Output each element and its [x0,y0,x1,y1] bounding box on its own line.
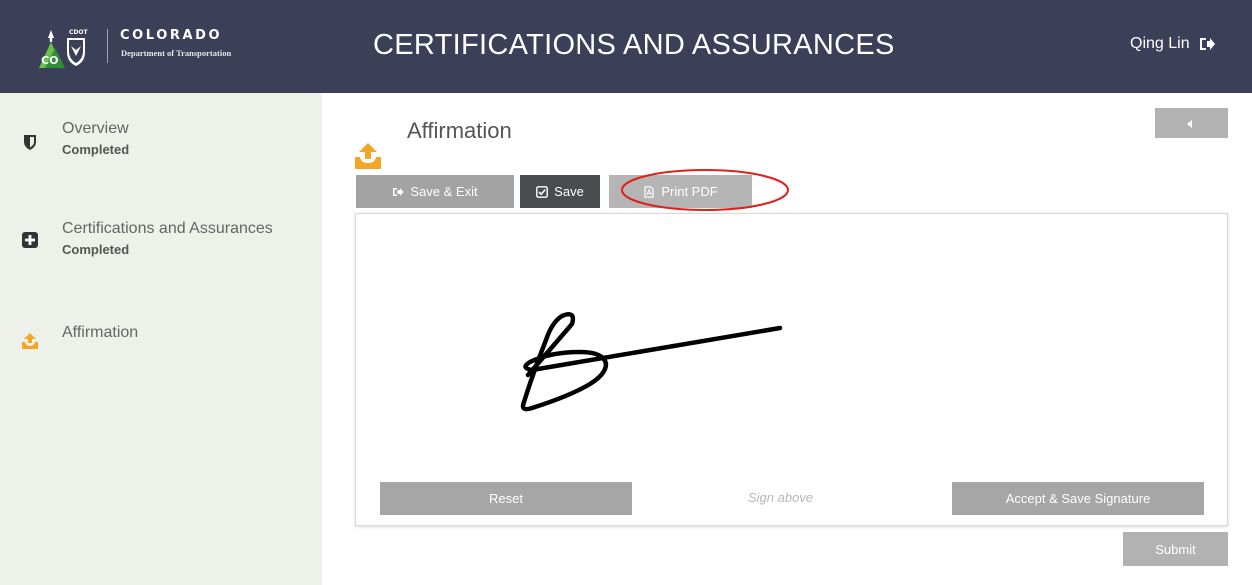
user-name-link[interactable]: Qing Lin [1130,35,1190,53]
check-square-icon [536,185,549,198]
sidebar-item-affirmation[interactable]: Affirmation [0,324,322,364]
collapse-button[interactable] [1155,108,1228,138]
sign-out-icon [393,187,404,196]
sidebar-item-label: Certifications and Assurances [62,220,273,237]
file-pdf-icon [644,185,654,198]
sidebar-item-label: Overview [62,120,129,137]
sidebar-item-overview[interactable]: Overview Completed [0,120,322,170]
upload-icon [355,143,381,169]
save-label: Save [554,184,584,199]
print-pdf-button[interactable]: Print PDF [609,175,752,208]
colorado-logo-icon: CO CDOT [39,29,88,68]
accept-save-signature-button[interactable]: Accept & Save Signature [952,482,1204,515]
cdot-logo[interactable]: CO CDOT COLORADO Department of Transport… [37,24,269,70]
plus-square-icon [22,232,38,248]
sidebar-item-label: Affirmation [62,324,139,341]
save-exit-label: Save & Exit [410,184,478,199]
submit-button[interactable]: Submit [1123,532,1228,566]
logo-department: Department of Transportation [121,48,232,58]
logo-state-text: CO [41,54,58,67]
app-header: CO CDOT COLORADO Department of Transport… [0,0,1252,93]
sidebar-item-status: Completed [62,142,130,157]
save-exit-button[interactable]: Save & Exit [356,175,514,208]
page-title: CERTIFICATIONS AND ASSURANCES [373,29,895,61]
signature-drawing[interactable] [480,300,810,430]
sign-out-icon[interactable] [1198,35,1216,53]
sign-above-hint: Sign above [748,490,814,505]
sidebar-item-status: Completed [62,242,130,257]
save-button[interactable]: Save [520,175,600,208]
reset-signature-button[interactable]: Reset [380,482,632,515]
sidebar: Overview Completed Certifications and As… [0,93,322,585]
upload-icon [22,333,38,349]
logo-state-name: COLORADO [120,28,223,43]
caret-left-icon [1187,120,1192,128]
sidebar-item-certifications[interactable]: Certifications and Assurances Completed [0,220,322,270]
shield-icon [24,135,36,150]
print-pdf-label: Print PDF [661,184,718,199]
logo-cdot-text: CDOT [69,29,88,36]
section-title: Affirmation [407,118,512,143]
logo-divider [107,29,108,63]
